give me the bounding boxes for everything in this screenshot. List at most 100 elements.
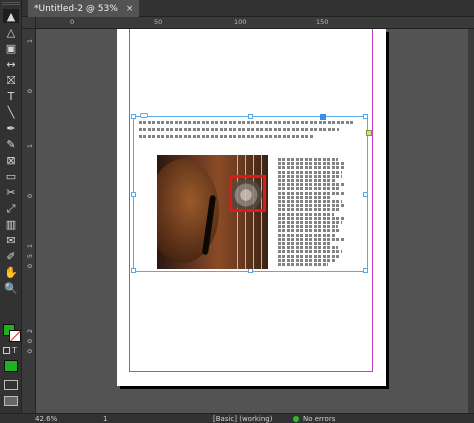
direct-selection-tool-icon: △ <box>6 25 16 39</box>
text-line <box>278 162 344 166</box>
type-tool-icon[interactable]: T <box>3 89 19 103</box>
ruler-label: 0 <box>70 18 75 26</box>
preflight-status-label[interactable]: No errors <box>303 415 335 423</box>
eyedropper-tool-icon: ✐ <box>6 249 16 263</box>
in-port-icon[interactable] <box>140 113 148 118</box>
status-bar: 42.6% 1 [Basic] (working) No errors <box>0 413 474 423</box>
vertical-ruler[interactable]: 1 0 1 0 1 5 0 2 0 0 <box>22 29 36 413</box>
document-tab-bar: *Untitled-2 @ 53% × <box>22 0 474 17</box>
violin-image[interactable] <box>157 155 268 269</box>
ruler-label: 1 <box>26 39 34 44</box>
text-line <box>278 258 336 262</box>
selection-tool-icon: ▲ <box>6 9 16 23</box>
out-port-icon[interactable] <box>366 130 372 136</box>
violin-string <box>261 155 262 269</box>
text-line <box>278 221 342 224</box>
ruler-label: 100 <box>234 18 247 26</box>
normal-view-mode-icon[interactable] <box>4 380 18 390</box>
text-line <box>278 183 344 187</box>
type-tool-icon: T <box>7 89 15 103</box>
text-line <box>278 195 330 199</box>
ruler-label: 1 <box>26 144 34 149</box>
content-collector-icon: ⛝ <box>6 73 16 87</box>
ruler-label: 5 <box>26 254 34 259</box>
hand-tool-icon[interactable]: ✋ <box>3 265 19 279</box>
violin-string <box>253 155 254 269</box>
document-tab[interactable]: *Untitled-2 @ 53% × <box>28 0 140 17</box>
rectangle-tool-icon[interactable]: ▭ <box>3 169 19 183</box>
text-line <box>278 179 336 182</box>
selection-tool-icon[interactable]: ▲ <box>3 9 19 23</box>
scissors-tool-icon[interactable]: ✂ <box>3 185 19 199</box>
selection-handle-ml[interactable] <box>131 192 136 197</box>
gradient-swatch-tool-icon: ▥ <box>5 217 17 231</box>
text-line <box>278 204 344 208</box>
screen-mode-icon[interactable] <box>4 396 18 406</box>
text-line <box>139 121 354 124</box>
selection-handle-br[interactable] <box>363 268 368 273</box>
rectangle-frame-tool-icon[interactable]: ⊠ <box>3 153 19 167</box>
text-line <box>139 135 314 138</box>
pen-tool-icon: ✒ <box>6 121 16 135</box>
line-tool-icon[interactable]: ╲ <box>3 105 19 119</box>
text-line <box>278 237 344 241</box>
page-number-field[interactable]: 1 <box>103 415 107 423</box>
gap-tool-icon: ↔ <box>6 57 16 71</box>
text-line <box>278 166 344 170</box>
apply-color-swatch[interactable] <box>4 360 18 372</box>
page-tool-icon: ▣ <box>5 41 17 55</box>
pencil-tool-icon: ✎ <box>6 137 16 151</box>
ruler-origin[interactable] <box>22 17 36 29</box>
tools-panel: ▲ △ ▣ ↔ ⛝ T ╲ ✒ ✎ ⊠ ▭ ✂ ⤢ ▥ ✉ ✐ ✋ 🔍 T <box>0 0 22 413</box>
close-icon[interactable]: × <box>126 4 134 14</box>
zoom-level-field[interactable]: 42.6% <box>35 415 57 423</box>
selection-handle-bl[interactable] <box>131 268 136 273</box>
eyedropper-tool-icon[interactable]: ✐ <box>3 249 19 263</box>
preflight-profile-label[interactable]: [Basic] (working) <box>213 415 272 423</box>
text-line <box>278 212 334 216</box>
formatting-affects-text-icon[interactable]: T <box>12 346 17 355</box>
zoom-tool-icon: 🔍 <box>4 281 18 295</box>
pen-tool-icon[interactable]: ✒ <box>3 121 19 135</box>
ruler-label: 150 <box>316 18 329 26</box>
text-line <box>278 225 338 229</box>
text-line <box>278 229 340 233</box>
text-line <box>278 187 340 191</box>
note-tool-icon[interactable]: ✉ <box>3 233 19 247</box>
horizontal-ruler[interactable]: 0 50 100 150 <box>36 17 474 29</box>
selection-handle-tr[interactable] <box>363 114 368 119</box>
text-line <box>278 246 338 250</box>
text-line <box>278 170 342 174</box>
preflight-ok-icon <box>293 416 299 422</box>
frame-anchor-handle[interactable] <box>320 114 326 120</box>
gap-tool-icon[interactable]: ↔ <box>3 57 19 71</box>
hand-tool-icon: ✋ <box>4 265 18 279</box>
zoom-tool-icon[interactable]: 🔍 <box>3 281 19 295</box>
no-stroke-slash-icon <box>10 330 21 342</box>
selection-handle-mr[interactable] <box>363 192 368 197</box>
note-tool-icon: ✉ <box>6 233 16 247</box>
selection-handle-tc[interactable] <box>248 114 253 119</box>
gradient-swatch-tool-icon[interactable]: ▥ <box>3 217 19 231</box>
direct-selection-tool-icon[interactable]: △ <box>3 25 19 39</box>
text-line <box>278 254 340 258</box>
ruler-label: 1 <box>26 244 34 249</box>
page-tool-icon[interactable]: ▣ <box>3 41 19 55</box>
scissors-tool-icon: ✂ <box>6 185 16 199</box>
selection-handle-tl[interactable] <box>131 114 136 119</box>
pencil-tool-icon[interactable]: ✎ <box>3 137 19 151</box>
stroke-swatch[interactable] <box>9 330 21 342</box>
text-line <box>278 263 328 266</box>
vertical-scrollbar[interactable] <box>468 29 474 413</box>
free-transform-tool-icon[interactable]: ⤢ <box>3 201 19 215</box>
panel-grip[interactable] <box>2 2 20 5</box>
rectangle-tool-icon: ▭ <box>5 169 17 183</box>
document-tab-title: *Untitled-2 @ 53% <box>34 3 118 14</box>
formatting-affects-container-icon[interactable] <box>3 347 10 354</box>
free-transform-tool-icon: ⤢ <box>6 201 16 215</box>
content-collector-icon[interactable]: ⛝ <box>3 73 19 87</box>
text-line <box>278 174 342 178</box>
text-line <box>139 128 339 131</box>
highlight-box <box>229 175 266 212</box>
pasteboard[interactable] <box>36 29 474 413</box>
